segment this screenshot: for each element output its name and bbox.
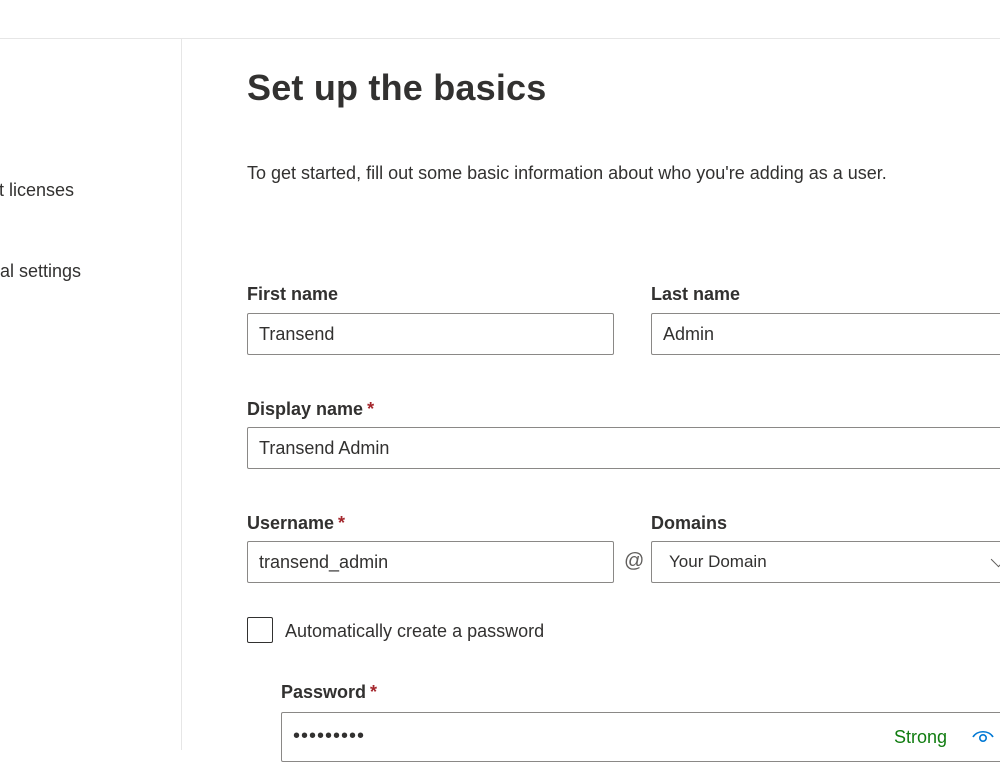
password-input[interactable]: ••••••••• Strong — [281, 712, 1000, 762]
username-label: Username * — [247, 513, 345, 534]
page-title: Set up the basics — [247, 67, 547, 108]
main-panel: Set up the basics To get started, fill o… — [182, 39, 1000, 762]
last-name-input[interactable]: Admin — [651, 313, 1000, 355]
at-symbol: @ — [624, 550, 645, 572]
first-name-label-text: First name — [247, 284, 339, 304]
username-value: transend_admin — [259, 552, 389, 572]
top-bar: r — [0, 0, 1000, 39]
username-input[interactable]: transend_admin — [247, 541, 614, 583]
wizard-steps-sidebar: s ct licenses nal settings — [0, 39, 182, 750]
auto-password-label[interactable]: Automatically create a password — [285, 621, 544, 642]
required-mark: * — [338, 513, 346, 533]
chevron-down-icon — [990, 551, 1000, 568]
display-name-value: Transend Admin — [259, 438, 390, 458]
password-label: Password * — [281, 682, 377, 703]
last-name-label-text: Last name — [651, 284, 741, 304]
domains-label-text: Domains — [651, 513, 728, 533]
password-masked-value: ••••••••• — [293, 725, 366, 747]
auto-password-checkbox[interactable] — [247, 617, 273, 643]
first-name-label: First name — [247, 284, 338, 305]
domains-label: Domains — [651, 513, 727, 534]
password-strength: Strong — [894, 727, 948, 747]
intro-text: To get started, fill out some basic info… — [247, 163, 887, 183]
eye-icon[interactable] — [972, 728, 994, 744]
display-name-input[interactable]: Transend Admin — [247, 427, 1000, 469]
domains-selected: Your Domain — [669, 552, 767, 571]
last-name-value: Admin — [663, 324, 715, 344]
password-label-text: Password — [281, 682, 367, 702]
required-mark: * — [370, 682, 378, 702]
step-product-licenses[interactable]: ct licenses — [0, 180, 74, 201]
display-name-label-text: Display name — [247, 399, 364, 419]
required-mark: * — [367, 399, 375, 419]
domains-dropdown[interactable]: Your Domain — [651, 541, 1000, 583]
step-optional-settings[interactable]: nal settings — [0, 261, 81, 282]
display-name-label: Display name * — [247, 399, 374, 420]
first-name-value: Transend — [259, 324, 335, 344]
last-name-label: Last name — [651, 284, 740, 305]
first-name-input[interactable]: Transend — [247, 313, 614, 355]
username-label-text: Username — [247, 513, 335, 533]
